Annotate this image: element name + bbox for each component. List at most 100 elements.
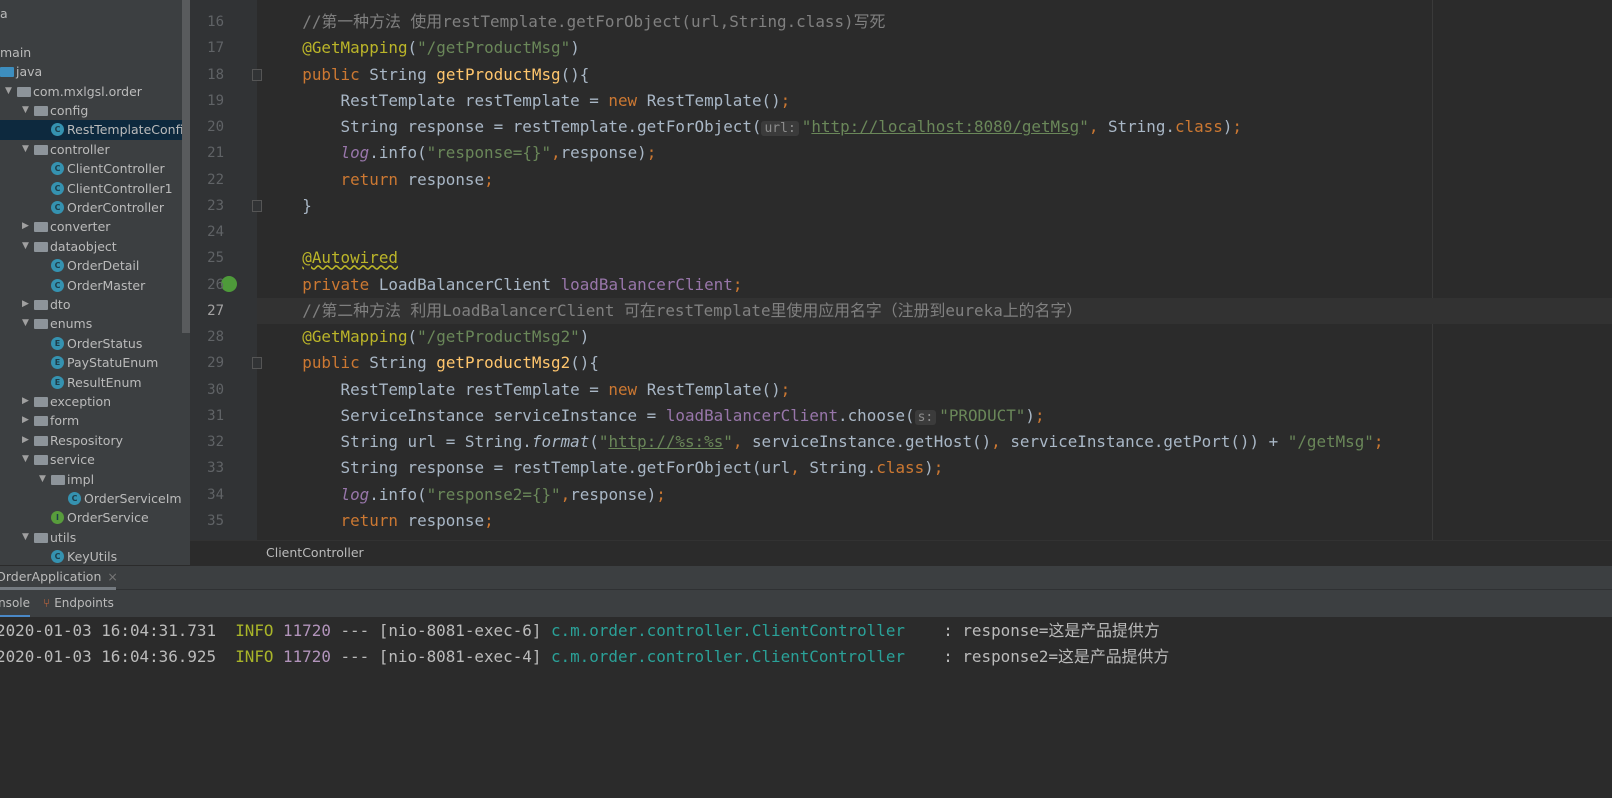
tab-order-application[interactable]: OrderApplication ×	[0, 566, 118, 590]
line-number: 30	[207, 381, 224, 398]
log-pid: 11720	[283, 621, 331, 640]
tree-item[interactable]: E OrderStatus	[0, 334, 182, 353]
tree-item[interactable]: E ResultEnum	[0, 373, 182, 392]
tree-item[interactable]: COrderServiceImpl	[0, 489, 182, 508]
tree-item-label: RestTemplateConfig	[67, 122, 182, 138]
line-number: 35	[207, 512, 224, 529]
code-token: "/getProductMsg2"	[417, 327, 580, 347]
tree-item[interactable]: ▼ com.mxlgsl.order	[0, 82, 182, 101]
tree-item[interactable]: C KeyUtils	[0, 547, 182, 565]
tree-item-label: Respository	[50, 432, 123, 448]
chevron-right-icon[interactable]: ▶	[17, 217, 34, 236]
tree-item[interactable]: ▶ dto	[0, 295, 182, 314]
tree-item[interactable]: ▼ config	[0, 101, 182, 120]
fold-marker-icon[interactable]	[252, 199, 262, 212]
tree-item[interactable]: a	[0, 4, 182, 23]
close-icon[interactable]: ×	[107, 569, 117, 584]
run-tab-label: OrderApplication	[0, 569, 102, 584]
tree-item-label: a	[0, 6, 8, 21]
code-line[interactable]: ServiceInstance serviceInstance = loadBa…	[264, 403, 1045, 431]
tree-item[interactable]: I OrderService	[0, 508, 182, 527]
chevron-right-icon[interactable]: ▶	[17, 431, 34, 450]
tree-item[interactable]: java	[0, 62, 182, 81]
chevron-down-icon[interactable]: ▼	[17, 101, 34, 120]
code-token: ;	[933, 458, 944, 478]
code-token: new	[608, 379, 647, 399]
tree-item[interactable]: C OrderController	[0, 198, 182, 217]
chevron-down-icon[interactable]: ▼	[17, 450, 34, 469]
tree-item[interactable]: C OrderMaster	[0, 276, 182, 295]
tree-item[interactable]: ▶ exception	[0, 392, 182, 411]
chevron-right-icon[interactable]: ▶	[17, 411, 34, 430]
code-line[interactable]: return response;	[264, 167, 494, 193]
code-line[interactable]: @GetMapping("/getProductMsg")	[264, 35, 579, 61]
code-line[interactable]: private LoadBalancerClient loadBalancerC…	[264, 272, 742, 298]
code-token: "	[1079, 117, 1089, 137]
tree-item-label: dto	[50, 297, 71, 312]
fold-marker-icon[interactable]	[252, 357, 262, 370]
tree-item[interactable]: ▼ enums	[0, 314, 182, 333]
tree-item[interactable]: C OrderDetail	[0, 256, 182, 275]
tree-item[interactable]: C RestTemplateConfig	[0, 120, 182, 140]
tree-item[interactable]: main	[0, 43, 182, 62]
project-tree-scrollbar[interactable]	[182, 0, 190, 333]
tab-endpoints[interactable]: ⑂ Endpoints	[43, 590, 114, 617]
code-line[interactable]: //第二种方法 利用LoadBalancerClient 可在restTempl…	[264, 298, 1082, 324]
code-token: public	[302, 353, 370, 373]
code-token: ;	[1373, 432, 1384, 452]
log-level: INFO	[235, 621, 274, 640]
code-line[interactable]: String url = String.format("http://%s:%s…	[264, 429, 1384, 455]
breadcrumb[interactable]: ClientController	[190, 540, 1612, 565]
code-line[interactable]: public String getProductMsg(){	[264, 62, 589, 88]
chevron-down-icon[interactable]: ▼	[17, 237, 34, 256]
chevron-down-icon[interactable]: ▼	[0, 82, 17, 101]
chevron-down-icon[interactable]: ▼	[17, 140, 34, 159]
tree-item[interactable]: ▼ controller	[0, 140, 182, 159]
tree-item[interactable]: E PayStatuEnum	[0, 353, 182, 372]
code-token: loadBalancerClient	[560, 274, 733, 294]
tree-item-label: OrderMaster	[67, 277, 146, 293]
tree-item[interactable]: ▶ form	[0, 411, 182, 430]
folder-icon	[34, 397, 48, 407]
chevron-down-icon[interactable]: ▼	[34, 470, 51, 489]
code-line[interactable]: log.info("response2={}",response);	[264, 482, 666, 508]
code-line[interactable]: @Autowired	[264, 245, 398, 271]
tree-item-label: impl	[67, 471, 95, 487]
tree-item[interactable]	[0, 23, 182, 42]
code-token: response	[407, 510, 485, 530]
code-line[interactable]: RestTemplate restTemplate = new RestTemp…	[264, 88, 791, 114]
code-token: private	[302, 274, 379, 294]
code-token: String url = String.	[264, 432, 532, 452]
tree-item[interactable]: C ClientController1	[0, 179, 182, 198]
code-line[interactable]: public String getProductMsg2(){	[264, 350, 599, 376]
chevron-right-icon[interactable]: ▶	[17, 392, 34, 411]
code-line[interactable]: return response;	[264, 508, 494, 534]
code-line[interactable]: }	[264, 193, 312, 219]
code-line[interactable]: log.info("response={}",response);	[264, 140, 657, 166]
chevron-right-icon[interactable]: ▶	[17, 295, 34, 314]
code-line[interactable]: //第一种方法 使用restTemplate.getForObject(url,…	[264, 9, 885, 35]
tree-item[interactable]: ▼ utils	[0, 528, 182, 547]
tree-item-label: KeyUtils	[67, 549, 118, 565]
tree-item[interactable]: C ClientController	[0, 159, 182, 178]
log-message: : response2=这是产品提供方	[943, 647, 1170, 666]
tree-item-label: OrderServiceImpl	[84, 491, 182, 506]
code-line[interactable]: RestTemplate restTemplate = new RestTemp…	[264, 377, 791, 403]
tree-item[interactable]: ▼ dataobject	[0, 237, 182, 256]
class-icon: C	[51, 123, 64, 137]
breadcrumb-item[interactable]: ClientController	[266, 545, 364, 560]
code-line[interactable]: String response = restTemplate.getForObj…	[264, 455, 944, 481]
code-token: )	[1222, 117, 1233, 137]
code-line[interactable]: String response = restTemplate.getForObj…	[264, 114, 1242, 142]
tree-item[interactable]: ▼ impl	[0, 470, 182, 489]
console-output[interactable]: 2020-01-03 16:04:31.731 INFO 11720 --- […	[0, 617, 1612, 798]
chevron-down-icon[interactable]: ▼	[17, 314, 34, 333]
chevron-down-icon[interactable]: ▼	[17, 528, 34, 547]
tree-item-label: OrderService	[67, 510, 149, 526]
fold-marker-icon[interactable]	[252, 68, 262, 81]
tab-console[interactable]: Console	[0, 590, 30, 617]
tree-item[interactable]: ▼ service	[0, 450, 182, 469]
tree-item[interactable]: ▶ Respository	[0, 431, 182, 450]
tree-item[interactable]: ▶ converter	[0, 217, 182, 236]
code-line[interactable]: @GetMapping("/getProductMsg2")	[264, 324, 589, 350]
